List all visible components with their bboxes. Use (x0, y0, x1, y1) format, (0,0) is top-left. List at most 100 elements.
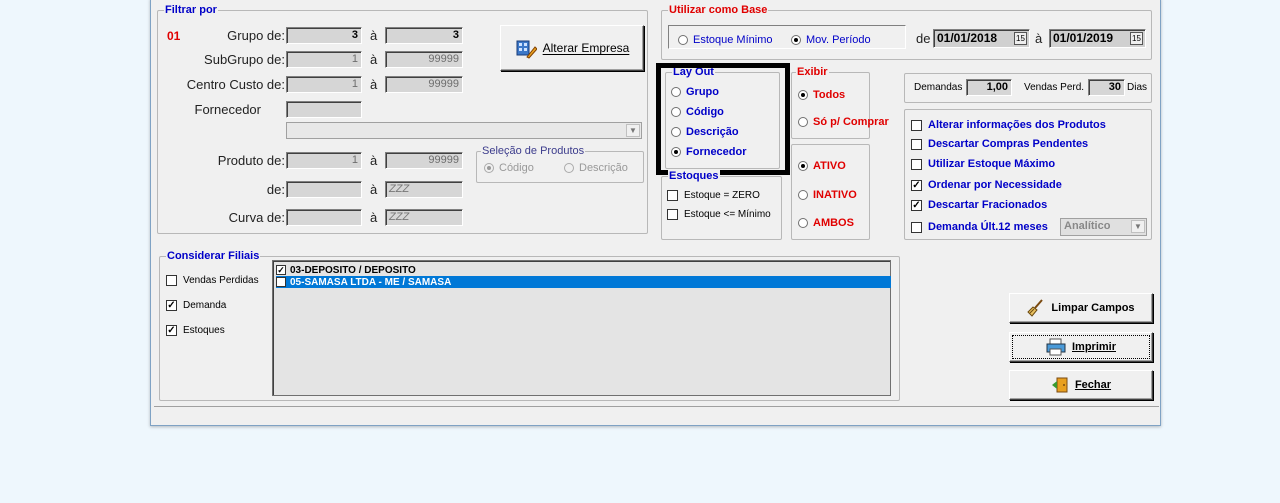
ordenar-checkbox[interactable]: ✓ Ordenar por Necessidade (911, 179, 1062, 191)
descartar-pendentes-checkbox[interactable]: Descartar Compras Pendentes (911, 138, 1088, 150)
filter-legend: Filtrar por (164, 4, 218, 16)
radio-dot (564, 163, 574, 173)
selecao-codigo-radio[interactable]: Código (484, 162, 534, 174)
fechar-button[interactable]: Fechar (1009, 370, 1153, 400)
subgrupo-from-input[interactable]: 1 (286, 51, 362, 68)
radio-dot (798, 190, 808, 200)
limpar-campos-label: Limpar Campos (1051, 302, 1135, 314)
filial-demanda-checkbox[interactable]: ✓ Demanda (166, 300, 226, 311)
chevron-down-icon[interactable]: ▼ (626, 124, 640, 137)
imprimir-button[interactable]: Imprimir (1009, 332, 1153, 362)
estoque-minimo-radio[interactable]: Estoque Mínimo (678, 34, 772, 46)
selecao-descricao-label: Descrição (579, 162, 628, 174)
grupo-label: Grupo de: (227, 28, 285, 43)
estoques-group: Estoques (661, 170, 782, 240)
filial-estoques-checkbox[interactable]: ✓ Estoques (166, 325, 225, 336)
demandas-label: Demandas (914, 82, 963, 93)
status-ambos-label: AMBOS (813, 217, 854, 229)
filial-demanda-label: Demanda (183, 300, 227, 311)
fracionados-checkbox[interactable]: ✓ Descartar Fracionados (911, 199, 1047, 211)
de-from-input[interactable] (286, 181, 362, 198)
vendas-perd-input[interactable]: 30 (1088, 79, 1125, 96)
de-a-label: à (370, 182, 378, 197)
de-to-input[interactable]: ZZZ (385, 181, 463, 198)
list-item-label: 03-DEPOSITO / DEPOSITO (290, 264, 416, 276)
dias-label: Dias (1127, 82, 1148, 93)
radio-dot (798, 161, 808, 171)
date-to-input[interactable]: 01/01/2019 15 (1049, 29, 1146, 48)
alterar-empresa-button[interactable]: Alterar Empresa (500, 25, 644, 71)
date-from-input[interactable]: 01/01/2018 15 (933, 29, 1030, 48)
produto-to-input[interactable]: 99999 (385, 152, 463, 169)
selecao-produtos-legend: Seleção de Produtos (481, 145, 586, 157)
fornecedor-select[interactable]: ▼ (286, 122, 642, 139)
filial-vendas-perdidas-checkbox[interactable]: Vendas Perdidas (166, 275, 259, 286)
estoque-minimo-checkbox[interactable]: Estoque <= Mínimo (667, 209, 771, 220)
curva-from-input[interactable] (286, 209, 362, 226)
grupo-to-input[interactable]: 3 (385, 27, 463, 44)
company-code: 01 (167, 29, 181, 43)
grupo-from-input[interactable]: 3 (286, 27, 362, 44)
selecao-descricao-radio[interactable]: Descrição (564, 162, 628, 174)
exibir-comprar-radio[interactable]: Só p/ Comprar (798, 116, 889, 128)
alterar-info-checkbox[interactable]: Alterar informações dos Produtos (911, 119, 1106, 131)
report-window: Filtrar por 01 Grupo de: 3 à 3 SubGrupo … (150, 0, 1161, 426)
curva-to-input[interactable]: ZZZ (385, 209, 463, 226)
checkbox-box[interactable]: ✓ (276, 265, 286, 275)
date-from-value: 01/01/2018 (937, 31, 998, 45)
exit-door-icon (1051, 377, 1068, 393)
exibir-todos-label: Todos (813, 89, 846, 101)
curva-label: Curva de: (228, 210, 285, 225)
subgrupo-to-input[interactable]: 99999 (385, 51, 463, 68)
estoque-maximo-label: Utilizar Estoque Máximo (928, 158, 1056, 170)
centro-to-input[interactable]: 99999 (385, 76, 463, 93)
company-edit-icon (516, 40, 537, 59)
checkbox-box (911, 221, 922, 233)
radio-dot (798, 218, 808, 228)
status-ambos-radio[interactable]: AMBOS (798, 217, 854, 229)
checkbox-box (911, 158, 922, 170)
limpar-campos-button[interactable]: Limpar Campos (1009, 293, 1153, 323)
checkbox-box: ✓ (166, 325, 177, 336)
status-ativo-radio[interactable]: ATIVO (798, 160, 846, 172)
calendar-icon[interactable]: 15 (1014, 32, 1027, 45)
checkbox-box (166, 275, 177, 286)
demanda-12-label: Demanda Últ.12 meses (928, 221, 1048, 233)
centro-from-input[interactable]: 1 (286, 76, 362, 93)
produto-label: Produto de: (217, 153, 285, 168)
filiais-list[interactable]: ✓ 03-DEPOSITO / DEPOSITO 05-SAMASA LTDA … (272, 260, 891, 396)
alterar-empresa-label: Alterar Empresa (542, 41, 630, 55)
chevron-down-icon[interactable]: ▼ (1131, 220, 1145, 233)
fornecedor-code-input[interactable] (286, 101, 362, 118)
demanda-12-checkbox[interactable]: Demanda Últ.12 meses (911, 221, 1048, 233)
estoque-zero-label: Estoque = ZERO (684, 190, 760, 201)
subgrupo-a-label: à (370, 52, 378, 67)
calendar-icon[interactable]: 15 (1130, 32, 1143, 45)
ordenar-label: Ordenar por Necessidade (928, 179, 1062, 191)
date-to-value: 01/01/2019 (1053, 31, 1114, 45)
subgrupo-label: SubGrupo de: (204, 52, 285, 67)
demandas-input[interactable]: 1,00 (966, 79, 1012, 96)
list-item[interactable]: 05-SAMASA LTDA - ME / SAMASA (276, 276, 891, 288)
estoque-zero-checkbox[interactable]: Estoque = ZERO (667, 190, 760, 201)
vendas-perd-label: Vendas Perd. (1024, 82, 1085, 93)
analitico-select[interactable]: Analítico ▼ (1060, 218, 1147, 236)
exibir-todos-radio[interactable]: Todos (798, 89, 845, 101)
mov-periodo-label: Mov. Período (806, 34, 871, 46)
status-inativo-radio[interactable]: INATIVO (798, 189, 857, 201)
produto-a-label: à (370, 153, 378, 168)
alterar-info-label: Alterar informações dos Produtos (928, 119, 1106, 131)
filiais-legend: Considerar Filiais (166, 250, 261, 262)
exibir-legend: Exibir (796, 66, 829, 78)
de-label: de: (266, 182, 285, 197)
fracionados-label: Descartar Fracionados (928, 199, 1048, 211)
estoque-maximo-checkbox[interactable]: Utilizar Estoque Máximo (911, 158, 1055, 170)
checkbox-box[interactable] (276, 277, 286, 287)
checkbox-box: ✓ (166, 300, 177, 311)
produto-from-input[interactable]: 1 (286, 152, 362, 169)
radio-dot (484, 163, 494, 173)
mov-periodo-radio[interactable]: Mov. Período (791, 34, 871, 46)
checkbox-box: ✓ (911, 179, 922, 191)
status-bar (154, 406, 1159, 423)
list-item[interactable]: ✓ 03-DEPOSITO / DEPOSITO (276, 264, 891, 276)
